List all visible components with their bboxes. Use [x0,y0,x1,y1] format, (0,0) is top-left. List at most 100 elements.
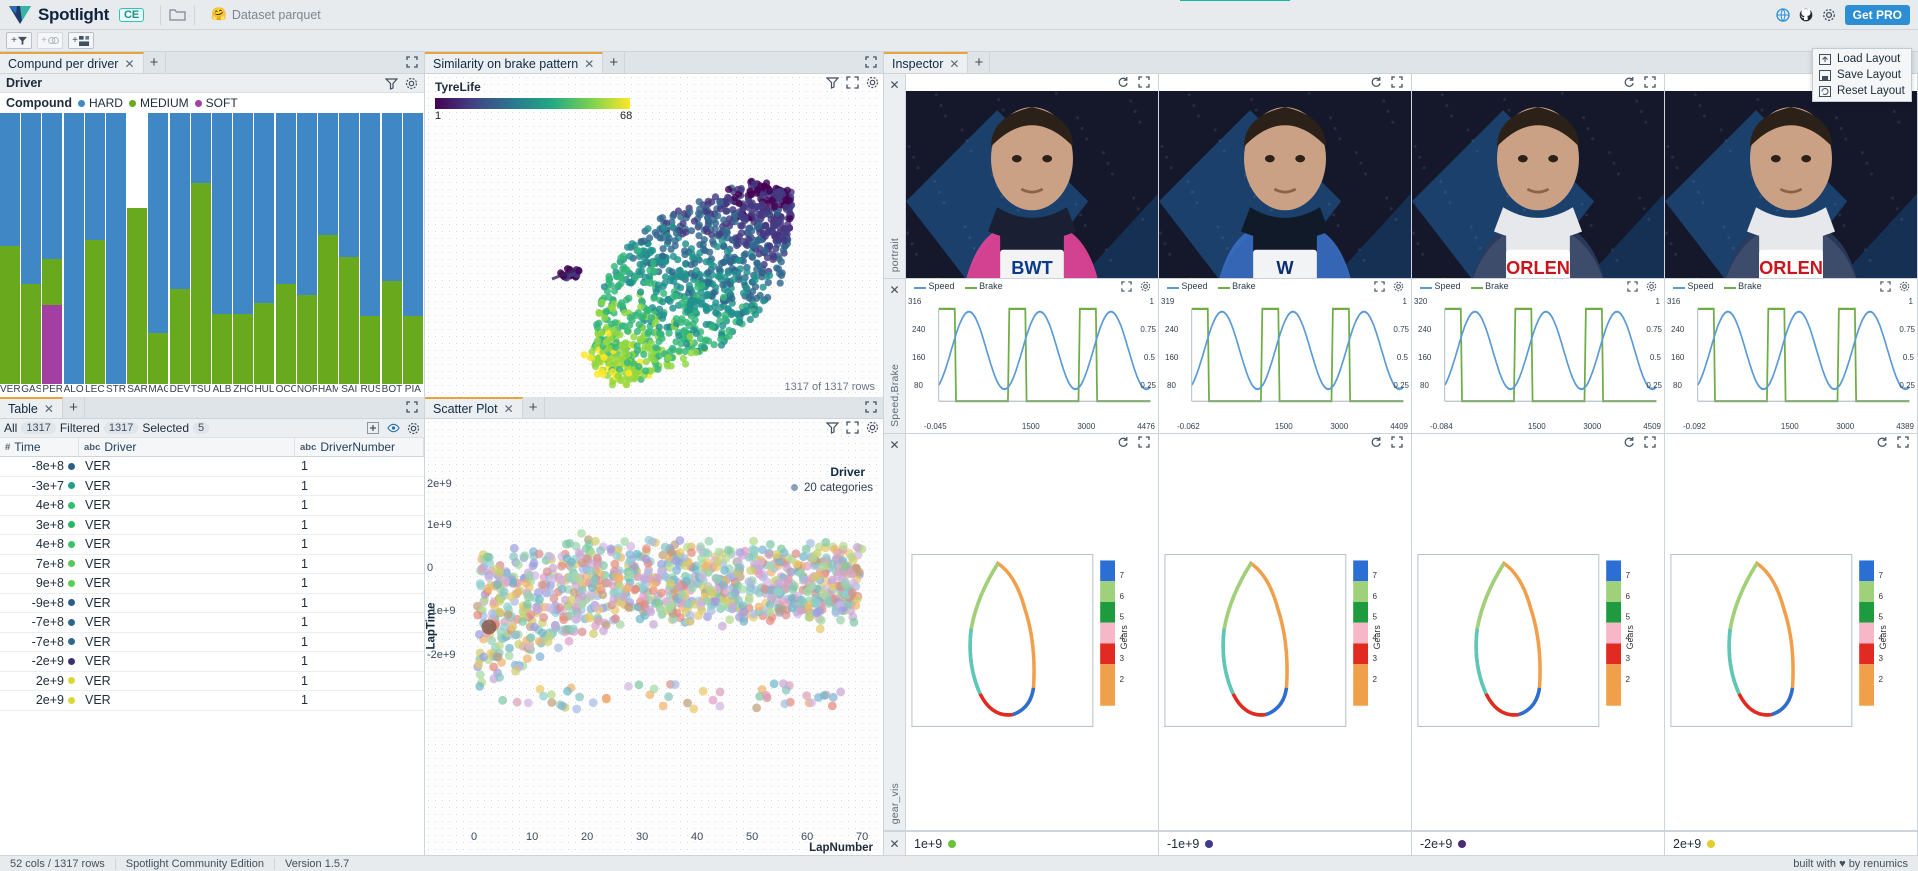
table-row[interactable]: -7e+8 VER 1 [0,613,424,633]
bar-segment-hard[interactable] [106,113,127,384]
bar-segment-medium[interactable] [190,183,211,384]
bar-column[interactable] [190,113,211,384]
table-row[interactable]: 4e+8 VER 1 [0,535,424,555]
gear-track-map[interactable]: Gears 7 6 5 4 3 2 [1412,451,1664,830]
bar-segment-hard[interactable] [402,113,423,317]
driver-portrait-image[interactable]: W [1159,91,1411,278]
menu-item-load-layout[interactable]: Load Layout [1813,51,1911,67]
bar-column[interactable] [212,113,233,384]
close-icon[interactable]: ✕ [44,402,54,416]
fullscreen-icon[interactable] [1138,436,1151,449]
docs-icon[interactable] [1776,8,1790,22]
table-row[interactable]: 3e+8 VER 1 [0,516,424,535]
table-row[interactable]: 7e+8 VER 1 [0,555,424,574]
refresh-icon[interactable] [1623,76,1636,89]
bar-segment-hard[interactable] [148,113,169,333]
inspector-speed-brake-cell[interactable]: Speed Brake 319 240 160 80 1 0.75 0.5 0.25 -0.062… [1159,279,1412,433]
bar-segment-hard[interactable] [296,113,317,295]
close-icon[interactable]: ✕ [124,57,134,71]
bar-segment-hard[interactable] [169,113,190,290]
inspector-portrait-cell[interactable]: BWT [906,74,1159,278]
speed-brake-chart[interactable]: Speed Brake 320 240 160 80 1 0.75 0.5 0.25 -0.084… [1412,279,1664,433]
bar-column[interactable] [402,113,423,384]
bar-segment-medium[interactable] [339,256,360,384]
bar-column[interactable] [21,113,42,384]
bar-column[interactable] [169,113,190,384]
filter-icon[interactable] [825,421,840,434]
bar-segment-medium[interactable] [148,332,169,384]
table-row[interactable]: 2e+9 VER 1 [0,691,424,711]
bar-segment-medium[interactable] [84,240,105,384]
get-pro-button[interactable]: Get PRO [1844,4,1910,25]
tab-inspector[interactable]: Inspector ✕ [884,52,969,73]
bar-column[interactable] [0,113,21,384]
bar-segment-hard[interactable] [233,113,254,314]
open-folder-icon[interactable] [169,8,186,22]
add-column-icon[interactable] [367,421,380,435]
menu-item-save-layout[interactable]: Save Layout [1813,67,1911,83]
fullscreen-icon[interactable] [1138,76,1151,89]
bar-segment-hard[interactable] [190,113,211,184]
table-row[interactable]: -9e+8 VER 1 [0,594,424,613]
gear-icon[interactable] [866,421,879,434]
bar-segment-medium[interactable] [233,313,254,384]
legend-item-brake[interactable]: Brake [1470,281,1509,291]
settings-icon[interactable] [1822,8,1835,21]
refresh-icon[interactable] [1370,76,1383,89]
refresh-icon[interactable] [1623,436,1636,449]
refresh-icon[interactable] [1876,436,1889,449]
bar-segment-hard[interactable] [212,113,233,314]
fullscreen-icon[interactable] [1897,436,1910,449]
add-tab-button[interactable]: + [968,52,991,73]
column-header-time[interactable]: # Time [0,438,79,456]
add-group-button[interactable]: + [37,32,63,49]
fullscreen-icon[interactable] [846,421,859,434]
speed-brake-chart[interactable]: Speed Brake 319 240 160 80 1 0.75 0.5 0.25 -0.062… [1159,279,1411,433]
close-icon[interactable]: ✕ [889,438,899,452]
bar-segment-medium[interactable] [360,316,381,384]
legend-item-speed[interactable]: Speed [1673,281,1714,291]
inspector-portrait-cell[interactable]: ORLEN [1412,74,1665,278]
table-row[interactable]: 2e+9 VER 1 [0,672,424,691]
bar-column[interactable] [148,113,169,384]
inspector-gear-vis-cell[interactable]: Gears 7 6 5 4 3 2 [1665,434,1918,830]
inspector-gear-vis-cell[interactable]: Gears 7 6 5 4 3 2 [1412,434,1665,830]
bar-column[interactable] [296,113,317,384]
fullscreen-icon[interactable] [1644,76,1657,89]
menu-item-reset-layout[interactable]: Reset Layout [1813,83,1911,99]
refresh-icon[interactable] [1117,76,1130,89]
visibility-icon[interactable] [387,422,400,435]
gear-track-map[interactable]: Gears 7 6 5 4 3 2 [1159,451,1411,830]
legend-item-soft[interactable]: SOFT [194,96,238,110]
bar-column[interactable] [42,113,63,384]
bar-segment-hard[interactable] [275,113,296,284]
legend-item-speed[interactable]: Speed [1420,281,1461,291]
bar-column[interactable] [360,113,381,384]
close-icon[interactable]: ✕ [889,283,899,297]
gear-icon[interactable] [407,422,420,435]
bar-segment-hard[interactable] [63,113,84,384]
speed-brake-chart[interactable]: Speed Brake 316 240 160 80 1 0.75 0.5 0.25 -0.092… [1665,279,1917,433]
table-row[interactable]: 9e+8 VER 1 [0,574,424,594]
bar-segment-medium[interactable] [318,234,339,384]
bar-column[interactable] [254,113,275,384]
legend-item-speed[interactable]: Speed [914,281,955,291]
layout-menu[interactable]: Load Layout Save Layout Reset Layout [1812,48,1912,102]
table-row[interactable]: -8e+8 VER 1 [0,457,424,477]
legend-item-hard[interactable]: HARD [77,96,123,110]
bar-segment-medium[interactable] [127,207,148,384]
bar-segment-medium[interactable] [212,313,233,384]
inspector-gear-vis-cell[interactable]: Gears 7 6 5 4 3 2 [906,434,1159,830]
bar-segment-medium[interactable] [402,316,423,384]
table-row[interactable]: -7e+8 VER 1 [0,633,424,652]
fullscreen-icon[interactable] [1644,436,1657,449]
fullscreen-icon[interactable] [1391,76,1404,89]
driver-portrait-image[interactable]: ORLEN [1665,91,1917,278]
add-tab-button[interactable]: + [62,397,85,418]
close-icon[interactable]: ✕ [889,837,899,851]
tab-scatter-plot[interactable]: Scatter Plot ✕ [425,397,523,418]
bar-segment-hard[interactable] [381,113,402,282]
bar-column[interactable] [84,113,105,384]
column-header-driver[interactable]: abc Driver [79,438,295,456]
similarity-map[interactable]: TyreLife 1 68 1317 of 1317 rows [425,74,883,397]
